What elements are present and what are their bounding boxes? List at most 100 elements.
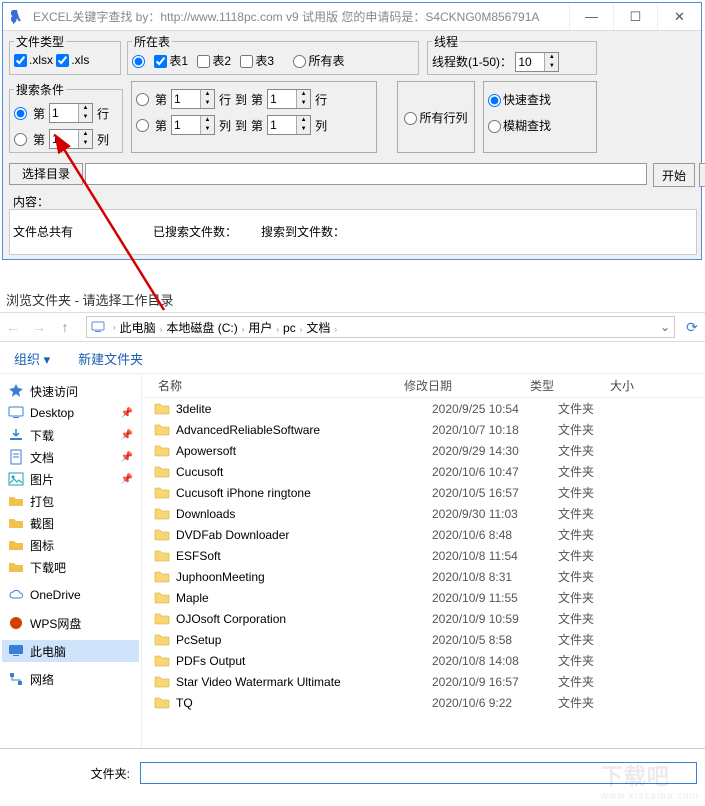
row-stepper[interactable]: ▲▼ xyxy=(49,103,93,123)
file-date: 2020/10/7 10:18 xyxy=(432,423,558,437)
tree-item[interactable]: OneDrive xyxy=(2,584,139,606)
tree-item[interactable]: 下载吧 xyxy=(2,556,139,578)
sheet-all-radio[interactable]: 所有表 xyxy=(293,54,344,68)
file-row[interactable]: PcSetup2020/10/5 8:58文件夹 xyxy=(142,629,705,650)
desktop-icon xyxy=(8,405,24,421)
range-b-stepper[interactable]: ▲▼ xyxy=(267,89,311,109)
col-date[interactable]: 修改日期 xyxy=(398,377,524,394)
nav-up-button[interactable]: ↑ xyxy=(52,319,78,335)
sheet-radio-main[interactable] xyxy=(132,53,147,67)
folder-icon xyxy=(8,493,24,509)
file-row[interactable]: Downloads2020/9/30 11:03文件夹 xyxy=(142,503,705,524)
crumb[interactable]: 此电脑 xyxy=(120,321,156,335)
tree-item[interactable]: 快速访问 xyxy=(2,380,139,402)
file-type-group: 文件类型 .xlsx .xls xyxy=(9,33,121,75)
star-icon xyxy=(8,383,24,399)
tree-item[interactable]: Desktop📌 xyxy=(2,402,139,424)
file-row[interactable]: OJOsoft Corporation2020/10/9 10:59文件夹 xyxy=(142,608,705,629)
file-row[interactable]: JuphoonMeeting2020/10/8 8:31文件夹 xyxy=(142,566,705,587)
tree-item[interactable]: 图标 xyxy=(2,534,139,556)
row-radio[interactable] xyxy=(14,106,29,120)
crumb[interactable]: 文档 xyxy=(306,321,330,335)
fast-radio[interactable]: 快速查找 xyxy=(488,91,551,108)
stepper-arrows[interactable]: ▲▼ xyxy=(544,53,558,71)
range-d-stepper[interactable]: ▲▼ xyxy=(267,115,311,135)
file-type: 文件夹 xyxy=(558,400,638,417)
col-type[interactable]: 类型 xyxy=(524,377,604,394)
choose-dir-button[interactable]: 选择目录 xyxy=(9,163,83,185)
sheet1-checkbox[interactable]: 表1 xyxy=(154,54,188,68)
col-stepper[interactable]: ▲▼ xyxy=(49,129,93,149)
xlsx-checkbox[interactable]: .xlsx xyxy=(14,53,53,67)
tree-item[interactable]: 此电脑 xyxy=(2,640,139,662)
pc-icon xyxy=(91,320,105,334)
search-condition-group: 搜索条件 第 ▲▼ 行 第 ▲▼ 列 xyxy=(9,81,123,153)
tree-item[interactable]: 文档📌 xyxy=(2,446,139,468)
tree-label: 打包 xyxy=(30,493,54,510)
file-row[interactable]: Cucusoft2020/10/6 10:47文件夹 xyxy=(142,461,705,482)
tree-item[interactable]: 图片📌 xyxy=(2,468,139,490)
stop-button[interactable]: 停止 xyxy=(699,163,705,187)
file-row[interactable]: Maple2020/10/9 11:55文件夹 xyxy=(142,587,705,608)
file-type: 文件夹 xyxy=(558,589,638,606)
file-date: 2020/10/8 14:08 xyxy=(432,654,558,668)
minimize-button[interactable]: — xyxy=(569,3,613,30)
all-rowcol-radio[interactable]: 所有行列 xyxy=(404,109,467,126)
folder-icon xyxy=(154,653,172,669)
range-col-radio[interactable] xyxy=(136,118,151,132)
nav-back-button[interactable]: ← xyxy=(0,319,26,335)
range-a-stepper[interactable]: ▲▼ xyxy=(171,89,215,109)
fuzzy-radio[interactable]: 模糊查找 xyxy=(488,117,551,134)
close-button[interactable]: ✕ xyxy=(657,3,701,30)
crumb[interactable]: 本地磁盘 (C:) xyxy=(166,321,237,335)
file-date: 2020/10/6 10:47 xyxy=(432,465,558,479)
file-row[interactable]: TQ2020/10/6 9:22文件夹 xyxy=(142,692,705,713)
crumb[interactable]: pc xyxy=(283,321,296,335)
col-name[interactable]: 名称 xyxy=(142,377,398,394)
tree-item[interactable]: 截图 xyxy=(2,512,139,534)
file-row[interactable]: Star Video Watermark Ultimate2020/10/9 1… xyxy=(142,671,705,692)
file-row[interactable]: ESFSoft2020/10/8 11:54文件夹 xyxy=(142,545,705,566)
file-row[interactable]: Cucusoft iPhone ringtone2020/10/5 16:57文… xyxy=(142,482,705,503)
xls-checkbox[interactable]: .xls xyxy=(56,53,89,67)
file-list: 3delite2020/9/25 10:54文件夹AdvancedReliabl… xyxy=(142,398,705,748)
col-radio[interactable] xyxy=(14,132,29,146)
folder-name-input[interactable] xyxy=(140,762,697,784)
path-bar: ← → ↑ › 此电脑›本地磁盘 (C:)›用户›pc›文档› ⌄ ⟳ xyxy=(0,312,705,342)
total-label: 文件总共有 xyxy=(13,223,73,240)
breadcrumb[interactable]: › 此电脑›本地磁盘 (C:)›用户›pc›文档› ⌄ xyxy=(86,316,675,338)
tree-item[interactable]: 网络 xyxy=(2,668,139,690)
file-row[interactable]: PDFs Output2020/10/8 14:08文件夹 xyxy=(142,650,705,671)
col-size[interactable]: 大小 xyxy=(604,377,705,394)
start-button[interactable]: 开始 xyxy=(653,163,695,187)
tree-label: 网络 xyxy=(30,671,54,688)
sheet2-checkbox[interactable]: 表2 xyxy=(197,54,231,68)
file-name: OJOsoft Corporation xyxy=(176,612,432,626)
file-date: 2020/10/8 11:54 xyxy=(432,549,558,563)
file-row[interactable]: DVDFab Downloader2020/10/6 8:48文件夹 xyxy=(142,524,705,545)
thread-input[interactable] xyxy=(516,53,544,71)
tree-item[interactable]: WPS网盘 xyxy=(2,612,139,634)
pic-icon xyxy=(8,471,24,487)
dir-path-field[interactable] xyxy=(85,163,647,185)
new-folder-button[interactable]: 新建文件夹 xyxy=(64,349,157,368)
file-name: PDFs Output xyxy=(176,654,432,668)
file-row[interactable]: AdvancedReliableSoftware2020/10/7 10:18文… xyxy=(142,419,705,440)
breadcrumb-dropdown-icon[interactable]: ⌄ xyxy=(660,320,670,334)
nav-forward-button[interactable]: → xyxy=(26,319,52,335)
download-icon xyxy=(8,427,24,443)
range-row-radio[interactable] xyxy=(136,92,151,106)
organize-menu[interactable]: 组织 ▾ xyxy=(0,349,64,368)
file-type: 文件夹 xyxy=(558,505,638,522)
tree-item[interactable]: 打包 xyxy=(2,490,139,512)
maximize-button[interactable]: ☐ xyxy=(613,3,657,30)
range-c-stepper[interactable]: ▲▼ xyxy=(171,115,215,135)
refresh-button[interactable]: ⟳ xyxy=(679,319,705,336)
tree-item[interactable]: 下载📌 xyxy=(2,424,139,446)
thread-stepper[interactable]: ▲▼ xyxy=(515,52,559,72)
sheet3-checkbox[interactable]: 表3 xyxy=(240,54,274,68)
crumb[interactable]: 用户 xyxy=(248,321,272,335)
file-row[interactable]: 3delite2020/9/25 10:54文件夹 xyxy=(142,398,705,419)
file-row[interactable]: Apowersoft2020/9/29 14:30文件夹 xyxy=(142,440,705,461)
tree-label: 下载 xyxy=(30,427,54,444)
